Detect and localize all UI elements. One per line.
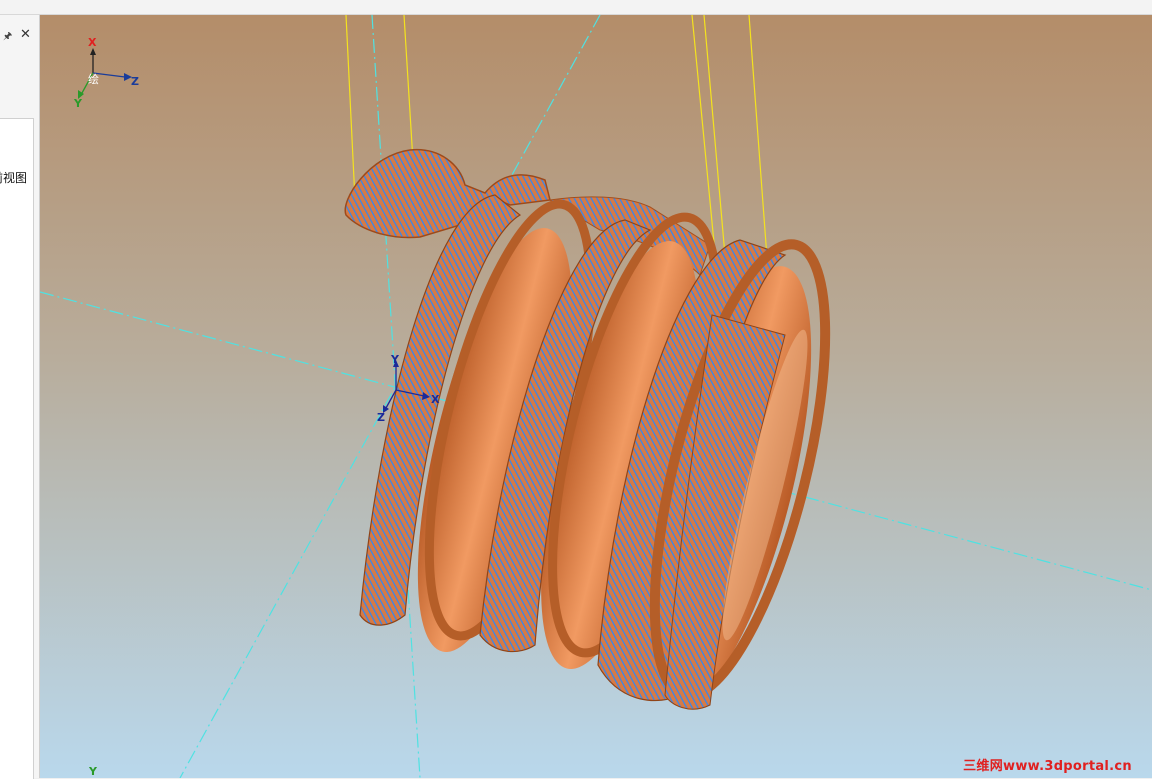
origin-y-label: Y bbox=[390, 353, 400, 366]
triad-y-label: Y bbox=[73, 97, 83, 110]
triad-sketch-label: 绘 bbox=[88, 72, 99, 86]
3d-viewport[interactable]: X Z Y 绘 Y X Z Y 三维网www.3dportal.cn bbox=[40, 15, 1152, 778]
origin-x-label: X bbox=[431, 393, 440, 406]
bottom-axis-y-label: Y bbox=[88, 765, 98, 778]
top-toolbar-strip bbox=[0, 0, 1152, 15]
triad-z-label: Z bbox=[131, 75, 139, 88]
origin-z-label: Z bbox=[377, 411, 385, 424]
triad-x-label: X bbox=[88, 36, 97, 49]
feature-tree-panel: 🖈 ✕ 前视图 bbox=[0, 15, 40, 779]
watermark: 三维网www.3dportal.cn bbox=[963, 759, 1132, 774]
tree-item-front-view[interactable]: 前视图 bbox=[0, 169, 27, 186]
close-icon[interactable]: ✕ bbox=[20, 27, 31, 42]
panel-tree-area: 前视图 bbox=[0, 118, 34, 779]
pin-icon[interactable]: 🖈 bbox=[3, 29, 12, 46]
